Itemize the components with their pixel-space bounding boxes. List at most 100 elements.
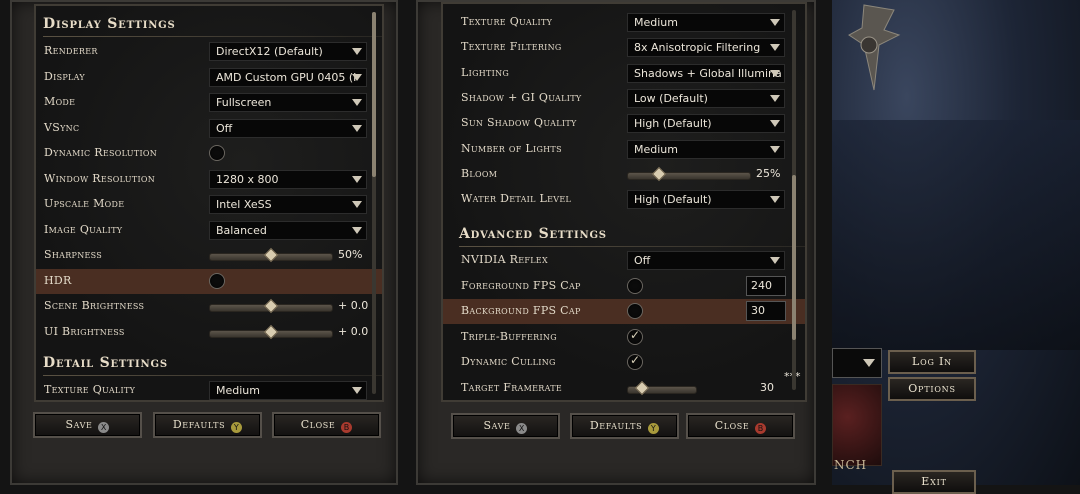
texture-quality-label: Texture Quality xyxy=(461,15,553,28)
chevron-down-icon xyxy=(352,73,362,81)
chevron-down-icon xyxy=(352,387,362,394)
display-row: Display AMD Custom GPU 0405 (I xyxy=(36,65,382,90)
login-button[interactable]: Log In xyxy=(888,350,976,374)
bloom-row: Bloom 25% xyxy=(443,162,805,187)
display-value: AMD Custom GPU 0405 (I xyxy=(216,70,357,84)
upscale-mode-dropdown[interactable]: Intel XeSS xyxy=(209,195,367,214)
vsync-dropdown[interactable]: Off xyxy=(209,118,367,138)
scene-brightness-slider[interactable] xyxy=(209,298,333,314)
shadow-gi-quality-dropdown[interactable]: Low (Default) xyxy=(627,88,785,108)
chevron-down-icon xyxy=(770,19,780,26)
left-defaults-button[interactable]: Defaults Y xyxy=(153,412,262,438)
target-framerate-slider-handle[interactable] xyxy=(634,380,649,395)
chevron-down-icon xyxy=(863,359,875,367)
mode-label: Mode xyxy=(44,95,76,108)
nvidia-reflex-value: Off xyxy=(634,254,651,267)
water-detail-level-dropdown[interactable]: High (Default) xyxy=(627,190,785,210)
upscale-mode-label: Upscale Mode xyxy=(44,197,125,210)
image-quality-dropdown[interactable]: Balanced xyxy=(209,220,367,240)
lighting-label: Lighting xyxy=(461,65,510,79)
target-framerate-slider[interactable] xyxy=(627,380,697,395)
sun-shadow-quality-value: High (Default) xyxy=(634,117,712,131)
chevron-down-icon xyxy=(770,69,780,77)
left-save-button[interactable]: Save X xyxy=(33,412,142,438)
mode-value: Fullscreen xyxy=(216,96,272,109)
right-close-label: Close xyxy=(714,419,750,432)
nvidia-reflex-dropdown[interactable]: Off xyxy=(627,251,785,270)
left-save-label: Save xyxy=(65,418,93,431)
sharpness-slider[interactable] xyxy=(209,247,333,263)
shadow-gi-quality-row: Shadow + GI Quality Low (Default) xyxy=(443,86,805,111)
window-resolution-row: Window Resolution 1280 x 800 xyxy=(36,167,382,192)
sun-shadow-quality-row: Sun Shadow Quality High (Default) xyxy=(443,111,805,136)
sharpness-slider-handle[interactable] xyxy=(263,247,279,263)
triple-buffering-checkbox[interactable] xyxy=(627,328,643,345)
renderer-dropdown[interactable]: DirectX12 (Default) xyxy=(209,42,367,61)
image-quality-row: Image Quality Balanced xyxy=(36,218,382,243)
background-fps-cap-checkbox[interactable] xyxy=(627,303,643,319)
chevron-down-icon xyxy=(770,120,780,128)
scene-brightness-label: Scene Brightness xyxy=(44,299,145,312)
dynamic-resolution-label: Dynamic Resolution xyxy=(44,146,158,159)
vsync-label: VSync xyxy=(44,120,80,134)
scene-brightness-slider-handle[interactable] xyxy=(263,298,279,314)
dynamic-culling-checkbox[interactable] xyxy=(627,353,643,370)
texture-quality-row: Texture Quality Medium xyxy=(443,10,805,35)
shadow-gi-quality-value: Low (Default) xyxy=(634,91,708,105)
options-button[interactable]: Options xyxy=(888,377,976,401)
texture-quality-dropdown[interactable]: Medium xyxy=(627,13,785,32)
y-button-icon: Y xyxy=(231,422,243,433)
hdr-label: HDR xyxy=(44,273,72,287)
foreground-fps-cap-checkbox[interactable] xyxy=(627,277,643,294)
advanced-settings-heading: Advanced Settings xyxy=(459,226,805,247)
right-defaults-button[interactable]: Defaults Y xyxy=(570,413,679,439)
right-scrollbar[interactable] xyxy=(792,10,796,390)
chevron-down-icon xyxy=(352,201,362,208)
image-quality-value: Balanced xyxy=(216,223,267,237)
display-label: Display xyxy=(44,69,85,83)
character-select-dropdown[interactable] xyxy=(832,348,882,378)
triple-buffering-label: Triple-Buffering xyxy=(461,329,557,343)
left-close-button[interactable]: Close B xyxy=(272,412,381,438)
ui-brightness-slider[interactable] xyxy=(209,324,333,339)
chevron-down-icon xyxy=(352,175,362,183)
display-dropdown[interactable]: AMD Custom GPU 0405 (I xyxy=(209,67,367,87)
window-resolution-dropdown[interactable]: 1280 x 800 xyxy=(209,169,367,189)
exit-button[interactable]: Exit xyxy=(892,470,976,494)
hdr-checkbox[interactable] xyxy=(209,272,225,289)
texture-filtering-dropdown[interactable]: 8x Anisotropic Filtering xyxy=(627,38,785,58)
foreground-fps-cap-input[interactable]: 240 xyxy=(746,275,786,296)
right-save-button[interactable]: Save X xyxy=(451,413,560,439)
ui-brightness-slider-handle[interactable] xyxy=(263,324,279,339)
bloom-slider-handle[interactable] xyxy=(651,166,666,181)
shadow-gi-quality-label: Shadow + GI Quality xyxy=(461,90,582,104)
left-scrollbar-thumb[interactable] xyxy=(372,12,376,177)
left-scrollbar[interactable] xyxy=(372,12,376,394)
sharpness-label: Sharpness xyxy=(44,248,103,261)
game-background-scene: Log In Options NCH Exit xyxy=(832,0,1080,494)
sun-shadow-quality-dropdown[interactable]: High (Default) xyxy=(627,114,785,134)
right-close-button[interactable]: Close B xyxy=(686,413,795,439)
texture-quality-dropdown[interactable]: Medium xyxy=(209,381,367,400)
mode-dropdown[interactable]: Fullscreen xyxy=(209,93,367,112)
number-of-lights-dropdown[interactable]: Medium xyxy=(627,139,785,159)
renderer-label: Renderer xyxy=(44,44,98,57)
foreground-fps-cap-label: Foreground FPS Cap xyxy=(461,278,581,292)
left-close-label: Close xyxy=(300,418,336,431)
dynamic-resolution-row: Dynamic Resolution xyxy=(36,141,382,166)
texture-quality-label: Texture Quality xyxy=(44,383,136,396)
dynamic-resolution-checkbox[interactable] xyxy=(209,145,225,161)
right-save-label: Save xyxy=(483,419,511,432)
y-button-icon: Y xyxy=(648,423,660,434)
number-of-lights-row: Number of Lights Medium xyxy=(443,137,805,162)
chevron-down-icon xyxy=(352,48,362,55)
foreground-fps-cap-row: Foreground FPS Cap 240 xyxy=(443,274,805,299)
texture-filtering-row: Texture Filtering 8x Anisotropic Filterin… xyxy=(443,35,805,60)
bloom-slider[interactable] xyxy=(627,166,751,181)
background-fps-cap-input[interactable]: 30 xyxy=(746,301,786,321)
background-fps-cap-row: Background FPS Cap 30 xyxy=(443,299,805,324)
lighting-dropdown[interactable]: Shadows + Global Illumina xyxy=(627,63,785,83)
nvidia-reflex-label: NVIDIA Reflex xyxy=(461,253,548,266)
right-scrollbar-thumb[interactable] xyxy=(792,175,796,340)
upscale-mode-row: Upscale Mode Intel XeSS xyxy=(36,192,382,217)
